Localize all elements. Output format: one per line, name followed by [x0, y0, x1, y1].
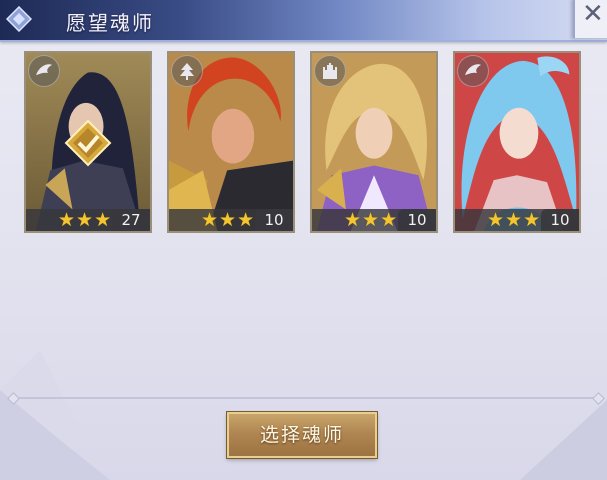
close-icon: ✕ [582, 0, 604, 29]
section-divider [12, 397, 600, 399]
castle-icon [314, 55, 346, 87]
wing-icon [457, 55, 489, 87]
level-badge: 10 [398, 209, 436, 231]
soul-master-card-4[interactable]: ★★★ 10 [453, 51, 581, 233]
page-title: 愿望魂师 [66, 11, 154, 35]
title-bar: 愿望魂师 [0, 0, 607, 42]
wing-icon [28, 55, 60, 87]
soul-master-card-2[interactable]: ★★★ 10 [167, 51, 295, 233]
soul-master-card-1[interactable]: ★★★ 27 [24, 51, 152, 233]
level-badge: 10 [255, 209, 293, 231]
star-rating: ★★★ [58, 209, 113, 231]
star-rating: ★★★ [201, 209, 256, 231]
selected-check-icon [64, 119, 112, 167]
level-badge: 27 [112, 209, 150, 231]
title-gem-icon [6, 6, 32, 32]
close-button[interactable]: ✕ [573, 0, 607, 38]
star-rating: ★★★ [487, 209, 542, 231]
tree-icon [171, 55, 203, 87]
soul-master-card-3[interactable]: ★★★ 10 [310, 51, 438, 233]
star-rating: ★★★ [344, 209, 399, 231]
level-badge: 10 [541, 209, 579, 231]
select-soul-master-button[interactable]: 选择魂师 [227, 412, 377, 458]
